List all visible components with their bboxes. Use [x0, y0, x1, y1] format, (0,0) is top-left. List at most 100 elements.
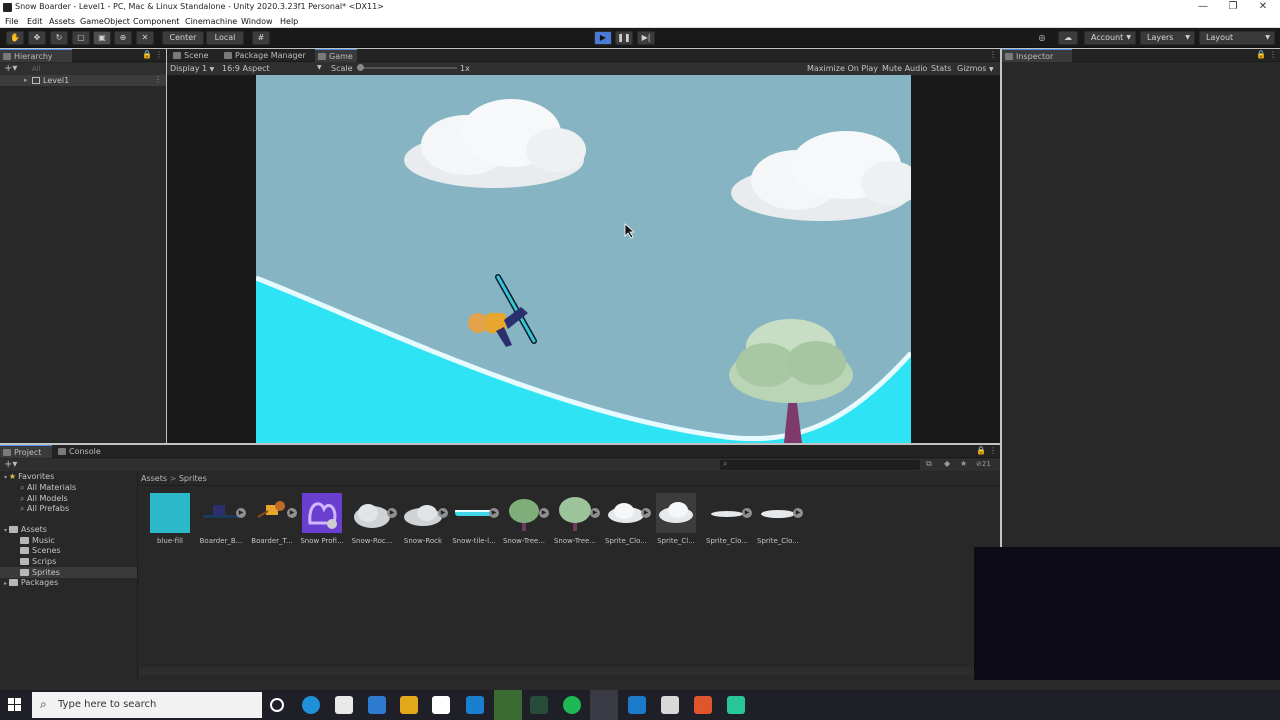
tree-all-materials[interactable]: ⌕ All Materials	[20, 483, 76, 493]
steam-icon[interactable]	[494, 690, 522, 720]
tree-packages[interactable]: ▸ Packages	[4, 578, 58, 587]
scale-tool-button[interactable]: ▢	[72, 31, 90, 45]
account-dropdown[interactable]: Account ▼	[1084, 31, 1136, 45]
project-search-input[interactable]: ⌕	[720, 459, 920, 470]
tree-folder-scrips[interactable]: Scrips	[20, 557, 56, 566]
tab-scene[interactable]: Scene	[170, 49, 220, 62]
files-icon[interactable]	[466, 696, 484, 714]
store-icon[interactable]	[335, 696, 353, 714]
breadcrumb-assets[interactable]: Assets	[141, 474, 167, 483]
expand-sprite-button[interactable]: ▶	[793, 508, 803, 518]
tree-all-models[interactable]: ⌕ All Models	[20, 494, 68, 504]
hierarchy-item-level1[interactable]: ▸ Level1 ⋮	[0, 75, 166, 86]
tree-folder-music[interactable]: Music	[20, 536, 55, 545]
hidden-packages-toggle[interactable]: ⊘21	[976, 460, 991, 468]
aspect-dropdown[interactable]: 16:9 Aspect	[222, 64, 270, 73]
gizmos-dropdown[interactable]: Gizmos ▼	[957, 64, 994, 73]
asset-snow-rock-2[interactable]: ▶ Snow-Rock	[401, 493, 448, 549]
cortana-icon[interactable]	[270, 698, 284, 712]
hand-tool-button[interactable]: ✋	[6, 31, 24, 45]
tree-all-prefabs[interactable]: ⌕ All Prefabs	[20, 504, 69, 514]
layers-dropdown[interactable]: Layers ▼	[1140, 31, 1195, 45]
asset-blue-fill[interactable]: blue-fill	[148, 493, 192, 549]
maximize-on-play-toggle[interactable]: Maximize On Play	[807, 64, 878, 73]
mail-icon[interactable]	[368, 696, 386, 714]
scale-slider[interactable]	[357, 64, 457, 71]
expand-sprite-button[interactable]: ▶	[489, 508, 499, 518]
kebab-menu-icon[interactable]: ⋮	[155, 50, 163, 59]
asset-boarder-t[interactable]: ▶ Boarder_T...	[250, 493, 297, 549]
grid-snap-button[interactable]: #	[252, 31, 270, 45]
menu-file[interactable]: File	[5, 17, 18, 26]
minimize-button[interactable]: —	[1188, 0, 1218, 15]
lock-icon[interactable]: 🔒	[142, 50, 152, 59]
tab-game[interactable]: Game	[315, 49, 357, 62]
filter-label-icon[interactable]: ◆	[944, 459, 950, 468]
menu-cinemachine[interactable]: Cinemachine	[185, 17, 237, 26]
asset-boarder-b[interactable]: ▶ Boarder_B...	[199, 493, 246, 549]
horizontal-scrollbar[interactable]	[139, 667, 1000, 675]
pause-button[interactable]: ❚❚	[615, 31, 633, 45]
layout-dropdown[interactable]: Layout ▼	[1199, 31, 1275, 45]
asset-snow-tile[interactable]: ▶ Snow-tile-l...	[452, 493, 499, 549]
stats-toggle[interactable]: Stats	[931, 64, 951, 73]
explorer-icon[interactable]	[661, 696, 679, 714]
transform-tool-button[interactable]: ⊕	[114, 31, 132, 45]
tree-assets[interactable]: ▾ Assets	[4, 525, 47, 534]
step-button[interactable]: ▶|	[637, 31, 655, 45]
tree-folder-scenes[interactable]: Scenes	[20, 546, 61, 555]
kebab-menu-icon[interactable]: ⋮	[1269, 50, 1277, 59]
menu-edit[interactable]: Edit	[27, 17, 43, 26]
tab-console[interactable]: Console	[55, 445, 107, 458]
scale-slider-thumb[interactable]	[357, 64, 364, 71]
brave-icon[interactable]	[694, 696, 712, 714]
expand-arrow-icon[interactable]: ▸	[24, 76, 28, 84]
pivot-local-toggle[interactable]: Local	[206, 31, 244, 45]
edge-icon[interactable]	[302, 696, 320, 714]
asset-snow-rock-1[interactable]: ▶ Snow-Roc...	[350, 493, 397, 549]
add-icon[interactable]: +▾	[4, 459, 17, 470]
custom-tool-button[interactable]: ✕	[136, 31, 154, 45]
breadcrumb-sprites[interactable]: Sprites	[179, 474, 207, 483]
expand-sprite-button[interactable]: ▶	[236, 508, 246, 518]
tab-hierarchy[interactable]: Hierarchy	[0, 49, 72, 62]
menu-window[interactable]: Window	[241, 17, 273, 26]
add-icon[interactable]: +▾	[4, 63, 17, 74]
expand-sprite-button[interactable]: ▶	[539, 508, 549, 518]
game-view-canvas[interactable]	[256, 75, 911, 443]
expand-sprite-button[interactable]: ▶	[438, 508, 448, 518]
menu-component[interactable]: Component	[133, 17, 179, 26]
vscode-icon[interactable]	[628, 696, 646, 714]
windows-start-icon[interactable]	[8, 698, 22, 712]
expand-sprite-button[interactable]: ▶	[387, 508, 397, 518]
tab-project[interactable]: Project	[0, 445, 52, 458]
hierarchy-search-input[interactable]: All	[32, 65, 41, 73]
pivot-center-toggle[interactable]: Center	[162, 31, 204, 45]
spotify-icon[interactable]	[563, 696, 581, 714]
rotate-tool-button[interactable]: ↻	[50, 31, 68, 45]
expand-sprite-button[interactable]: ▶	[641, 508, 651, 518]
favorite-icon[interactable]: ★	[960, 459, 967, 468]
asset-sprite-cloud-2[interactable]: Sprite_Cl...	[654, 493, 698, 549]
move-tool-button[interactable]: ✥	[28, 31, 46, 45]
expand-sprite-button[interactable]: ▶	[742, 508, 752, 518]
kebab-menu-icon[interactable]: ⋮	[989, 446, 997, 455]
tab-inspector[interactable]: Inspector	[1002, 49, 1072, 62]
tab-package-manager[interactable]: Package Manager	[221, 49, 313, 62]
close-window-button[interactable]: ✕	[1248, 0, 1278, 15]
asset-sprite-cloud-1[interactable]: ▶ Sprite_Clo...	[604, 493, 651, 549]
cloud-icon[interactable]: ☁	[1058, 31, 1078, 45]
menu-assets[interactable]: Assets	[49, 17, 75, 26]
chat-app-icon[interactable]	[727, 696, 745, 714]
restore-button[interactable]: ❐	[1218, 0, 1248, 15]
lock-icon[interactable]: 🔒	[976, 446, 986, 455]
play-button[interactable]: ▶	[594, 31, 612, 45]
asset-sprite-cloud-3[interactable]: ▶ Sprite_Clo...	[705, 493, 752, 549]
filter-type-icon[interactable]: ⧉	[926, 459, 932, 469]
taskbar-search-box[interactable]: ⌕ Type here to search	[32, 692, 262, 718]
lock-icon[interactable]: 🔒	[1256, 50, 1266, 59]
asset-sprite-cloud-4[interactable]: ▶ Sprite_Clo...	[756, 493, 803, 549]
expand-sprite-button[interactable]: ▶	[590, 508, 600, 518]
kebab-menu-icon[interactable]: ⋮	[989, 50, 997, 59]
terminal-icon[interactable]	[530, 696, 548, 714]
